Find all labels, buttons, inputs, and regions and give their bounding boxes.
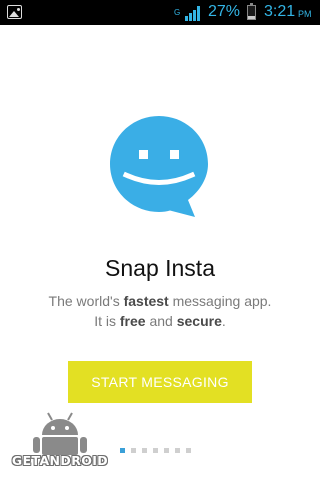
battery-percent: 27%	[208, 3, 241, 20]
watermark-text: GETANDROID	[11, 453, 109, 468]
status-bar: G 27% 3:21 PM	[0, 0, 320, 25]
signal-icon	[185, 6, 200, 21]
tagline-emphasis-free: free	[119, 313, 146, 329]
tagline-text: It is	[94, 313, 120, 329]
app-tagline: The world's fastest messaging app. It is…	[0, 291, 320, 331]
clock-ampm: PM	[298, 9, 312, 19]
page-dot	[153, 448, 158, 453]
tagline-text: messaging app.	[168, 293, 272, 309]
battery-fill	[248, 15, 255, 19]
app-title: Snap Insta	[105, 255, 215, 281]
tagline-text: .	[221, 313, 226, 329]
start-messaging-button[interactable]: START MESSAGING	[68, 361, 252, 403]
network-type: G	[174, 8, 181, 17]
page-dot	[164, 448, 169, 453]
smiling-chat-bubble-icon	[110, 116, 208, 217]
page-dot	[142, 448, 147, 453]
tagline-text: and	[145, 313, 177, 329]
page-dot	[131, 448, 136, 453]
watermark: GETANDROID	[4, 411, 116, 473]
page-indicator	[120, 448, 191, 454]
android-robot-icon	[33, 412, 87, 455]
tagline-emphasis-fastest: fastest	[123, 293, 169, 309]
page-dot	[120, 448, 125, 453]
page-dot	[175, 448, 180, 453]
tagline-text: The world's	[48, 293, 124, 309]
page-dot	[186, 448, 191, 453]
gallery-icon	[7, 5, 22, 19]
tagline-emphasis-secure: secure	[176, 313, 222, 329]
clock-time: 3:21	[264, 3, 296, 20]
battery-icon	[247, 3, 256, 20]
